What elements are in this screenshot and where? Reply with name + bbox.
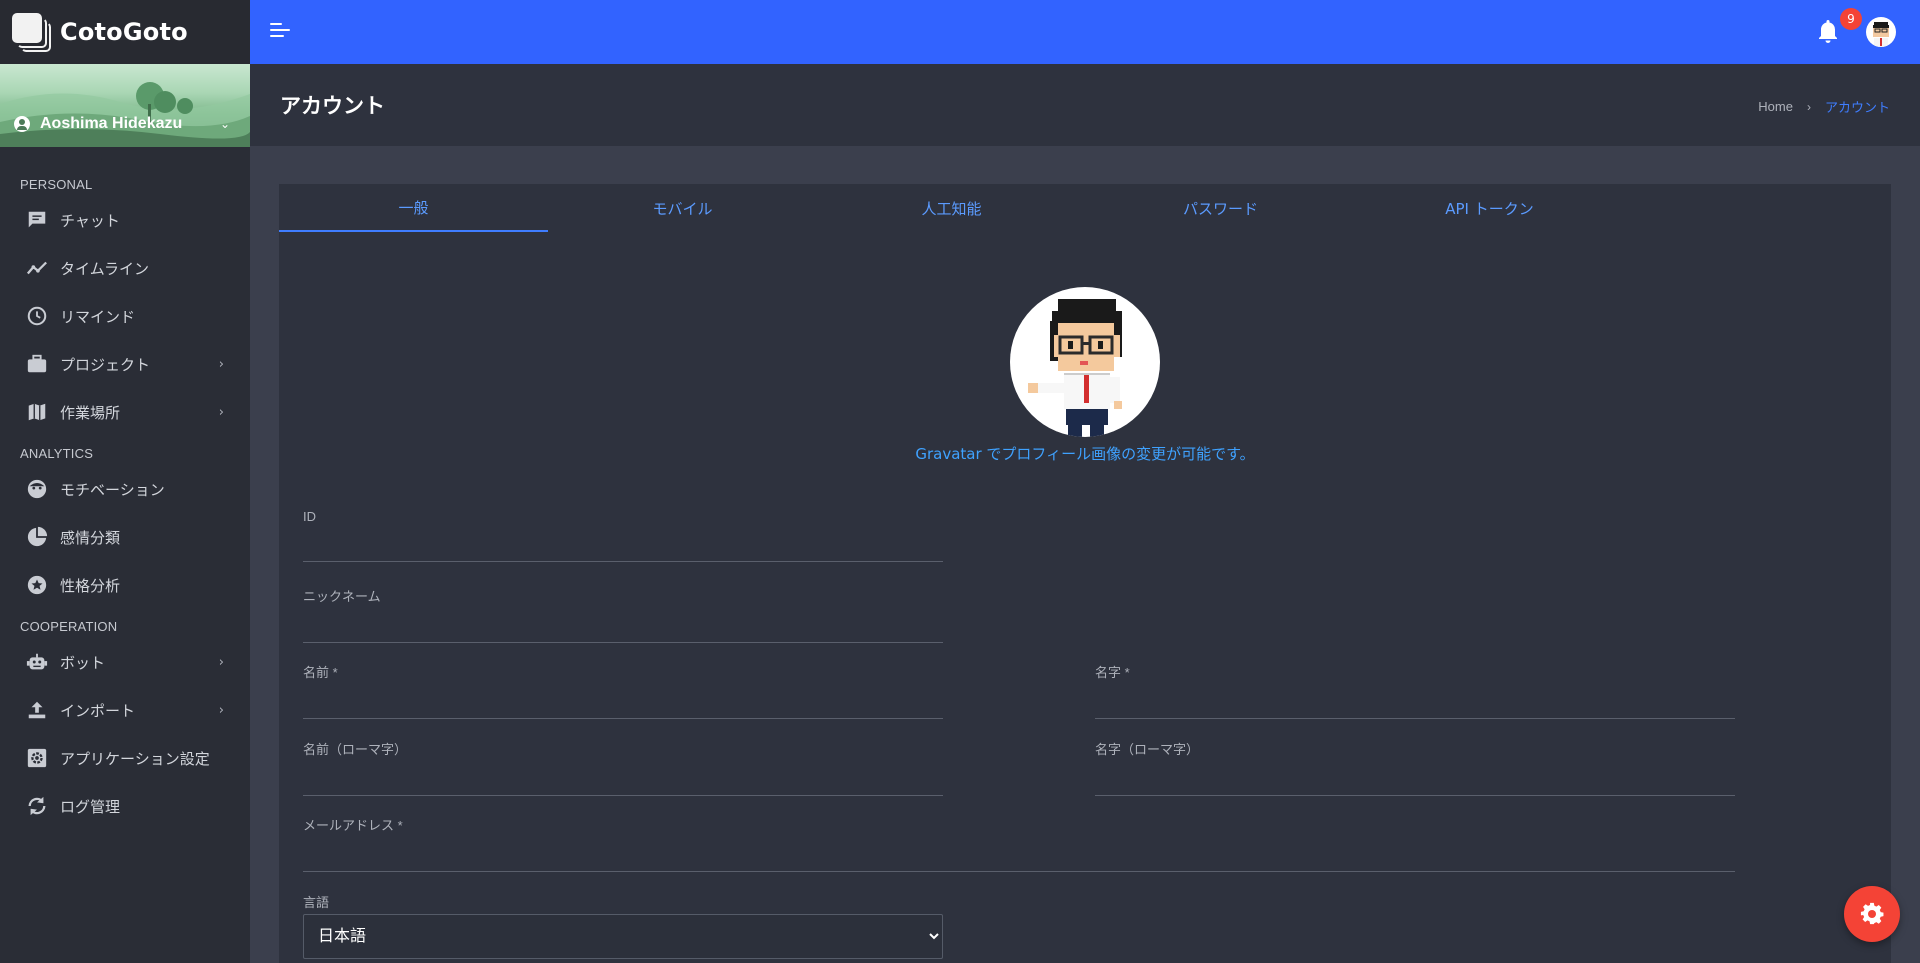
sidebar-item-label: モチベーション (60, 480, 165, 499)
bell-icon[interactable] (1816, 18, 1840, 44)
tab-general[interactable]: 一般 (279, 184, 548, 232)
last-name-roman-label: 名字（ローマ字） (1095, 742, 1200, 757)
breadcrumb: Home › アカウント (1758, 97, 1890, 116)
robot-icon (26, 651, 48, 673)
first-name-roman-field-group: 名前（ローマ字） (303, 739, 943, 796)
nav-section-analytics: ANALYTICS (20, 446, 94, 461)
sidebar-item-bot[interactable]: ボット › (0, 638, 250, 686)
sidebar-item-label: チャット (60, 211, 120, 230)
tab-ai[interactable]: 人工知能 (817, 184, 1086, 232)
brand-name: CotoGoto (60, 18, 188, 46)
sidebar-item-label: プロジェクト (60, 355, 151, 374)
last-name-roman-field-group: 名字（ローマ字） (1095, 739, 1735, 796)
pixel-character-image (1028, 299, 1122, 437)
nickname-label: ニックネーム (303, 589, 381, 604)
breadcrumb-home-link[interactable]: Home (1758, 99, 1793, 114)
id-label: ID (303, 509, 316, 524)
sidebar-item-app-settings[interactable]: アプリケーション設定 (0, 734, 250, 782)
settings-fab-button[interactable] (1844, 886, 1900, 942)
chat-icon (26, 209, 48, 231)
notification-badge: 9 (1840, 8, 1862, 30)
profile-avatar (1010, 287, 1160, 437)
chevron-right-icon: › (1806, 99, 1811, 114)
sidebar-item-label: 作業場所 (60, 403, 121, 422)
page-title: アカウント (280, 94, 385, 118)
nickname-input[interactable] (303, 605, 943, 643)
sidebar-item-label: タイムライン (60, 259, 149, 278)
id-field-group: ID (303, 509, 943, 562)
sidebar-item-label: 性格分析 (60, 576, 121, 595)
sidebar-item-import[interactable]: インポート › (0, 686, 250, 734)
face-icon (26, 478, 48, 500)
tab-api-token[interactable]: API トークン (1355, 184, 1624, 232)
chevron-right-icon: › (218, 356, 224, 372)
first-name-input[interactable] (303, 681, 943, 719)
sidebar-item-label: アプリケーション設定 (60, 749, 210, 768)
sidebar-item-emotion[interactable]: 感情分類 (0, 513, 250, 561)
page-header: アカウント Home › アカウント (250, 64, 1920, 146)
user-circle-icon (14, 116, 30, 132)
sidebar-item-project[interactable]: プロジェクト › (0, 340, 250, 388)
last-name-roman-input[interactable] (1095, 758, 1735, 796)
sidebar-item-timeline[interactable]: タイムライン (0, 244, 250, 292)
briefcase-icon (26, 353, 48, 375)
gravatar-link[interactable]: Gravatar でプロフィール画像の変更が可能です。 (279, 443, 1891, 464)
sidebar-item-label: 感情分類 (60, 528, 121, 547)
email-input[interactable] (303, 834, 1735, 872)
sidebar-item-log[interactable]: ログ管理 (0, 782, 250, 830)
chevron-right-icon: › (218, 404, 224, 420)
last-name-input[interactable] (1095, 681, 1735, 719)
menu-toggle-icon[interactable] (270, 20, 292, 42)
language-label: 言語 (303, 895, 330, 910)
sidebar-item-chat[interactable]: チャット (0, 196, 250, 244)
topbar: 9 (250, 0, 1920, 64)
sidebar-item-personality[interactable]: 性格分析 (0, 561, 250, 609)
nav-section-personal: PERSONAL (20, 177, 93, 192)
id-input[interactable] (303, 524, 943, 562)
first-name-roman-label: 名前（ローマ字） (303, 742, 408, 757)
sidebar-item-label: リマインド (60, 307, 136, 326)
upload-icon (26, 699, 48, 721)
timeline-icon (26, 257, 48, 279)
sync-icon (26, 795, 48, 817)
tab-password[interactable]: パスワード (1086, 184, 1355, 232)
star-icon (26, 574, 48, 596)
sidebar-item-label: ボット (60, 653, 106, 672)
settings-box-icon (26, 747, 48, 769)
breadcrumb-current: アカウント (1824, 100, 1890, 115)
sidebar-item-label: インポート (60, 701, 136, 720)
map-icon (26, 401, 48, 423)
gear-icon (1860, 902, 1884, 925)
chevron-right-icon: › (218, 654, 224, 670)
sidebar: CotoGoto Aoshima Hidekazu ⌄ PERSONAL チャッ… (0, 0, 250, 963)
last-name-label: 名字 * (1095, 665, 1130, 680)
nickname-field-group: ニックネーム (303, 586, 943, 643)
tab-bar: 一般 モバイル 人工知能 パスワード API トークン (279, 184, 1891, 232)
brand-logo (12, 13, 51, 52)
sidebar-item-label: ログ管理 (60, 797, 121, 816)
language-select[interactable]: 日本語 (303, 914, 943, 959)
clock-icon (26, 305, 48, 327)
nav-section-cooperation: COOPERATION (20, 619, 118, 634)
pie-chart-icon (26, 526, 48, 548)
avatar[interactable] (1866, 17, 1896, 47)
language-field-group: 言語 日本語 (303, 892, 943, 959)
chevron-down-icon[interactable]: ⌄ (220, 117, 230, 131)
chevron-right-icon: › (218, 702, 224, 718)
user-name: Aoshima Hidekazu (40, 115, 183, 132)
account-card: 一般 モバイル 人工知能 パスワード API トークン Gravatar でプロ… (279, 184, 1891, 963)
user-panel[interactable]: Aoshima Hidekazu ⌄ (0, 64, 250, 147)
sidebar-item-remind[interactable]: リマインド (0, 292, 250, 340)
brand[interactable]: CotoGoto (0, 0, 250, 64)
landscape-background (0, 82, 250, 147)
tab-mobile[interactable]: モバイル (548, 184, 817, 232)
email-field-group: メールアドレス * (303, 815, 1735, 872)
last-name-field-group: 名字 * (1095, 662, 1735, 719)
sidebar-item-motivation[interactable]: モチベーション (0, 465, 250, 513)
first-name-label: 名前 * (303, 665, 338, 680)
email-label: メールアドレス * (303, 818, 403, 833)
first-name-roman-input[interactable] (303, 758, 943, 796)
sidebar-item-workplace[interactable]: 作業場所 › (0, 388, 250, 436)
first-name-field-group: 名前 * (303, 662, 943, 719)
